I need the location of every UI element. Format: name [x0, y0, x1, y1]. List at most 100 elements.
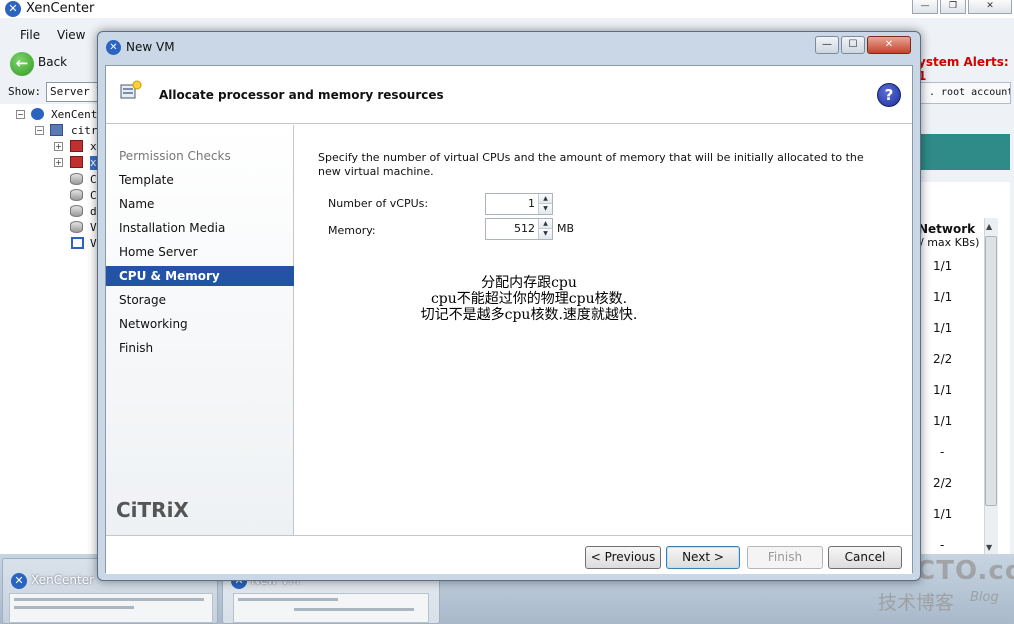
close-icon[interactable]: ✕ — [867, 36, 911, 54]
network-cell: 1/1 — [933, 321, 953, 335]
spin-up-icon[interactable]: ▲ — [539, 194, 552, 204]
minimize-icon[interactable]: — — [815, 36, 839, 54]
restore-icon[interactable]: ❐ — [940, 0, 966, 14]
network-cell: 2/2 — [933, 476, 953, 490]
xencenter-logo-icon: ✕ — [106, 40, 121, 55]
tree-item-selected[interactable]: x — [90, 156, 97, 170]
scrollbar-thumb[interactable] — [985, 236, 997, 506]
new-vm-dialog: ✕ New VM — ☐ ✕ Allocate processor and me… — [97, 31, 921, 581]
storage-icon — [70, 173, 83, 185]
thumbnail-line — [14, 598, 204, 601]
tree-item[interactable]: d — [90, 205, 97, 219]
show-label: Show: — [8, 85, 42, 98]
resource-tree: − XenCente − citrix + x + x C C d V V — [0, 104, 111, 554]
network-cell: - — [940, 445, 945, 459]
cpu-memory-wizard-icon — [120, 80, 142, 99]
step-template[interactable]: Template — [106, 170, 294, 190]
window-thumbnail — [233, 593, 429, 623]
page-description: Specify the number of virtual CPUs and t… — [318, 151, 864, 178]
maximize-icon[interactable]: ☐ — [841, 36, 865, 54]
wizard-footer: < Previous Next > Finish Cancel — [106, 535, 912, 574]
cancel-button[interactable]: Cancel — [828, 546, 902, 569]
back-button-label[interactable]: Back — [38, 55, 67, 69]
scroll-up-icon[interactable]: ▲ — [986, 222, 992, 231]
system-alerts-link[interactable]: ystem Alerts: 1 — [918, 55, 1014, 83]
tree-item[interactable]: C — [90, 173, 97, 187]
network-column-header[interactable]: Network — [918, 222, 975, 236]
spin-up-icon[interactable]: ▲ — [539, 219, 552, 229]
tree-collapse-icon[interactable]: − — [16, 110, 25, 119]
step-home-server[interactable]: Home Server — [106, 242, 294, 262]
tree-collapse-icon[interactable]: − — [35, 126, 44, 135]
network-cell: 1/1 — [933, 290, 953, 304]
dialog-titlebar[interactable]: ✕ New VM — ☐ ✕ — [98, 32, 920, 62]
tree-item[interactable]: V — [90, 221, 97, 235]
step-installation-media[interactable]: Installation Media — [106, 218, 294, 238]
memory-label: Memory: — [328, 224, 376, 237]
vm-icon — [70, 156, 83, 168]
cpu-memory-page: Specify the number of virtual CPUs and t… — [295, 125, 912, 535]
memory-unit: MB — [557, 222, 575, 235]
vcpu-spin-buttons: ▲ ▼ — [538, 194, 552, 214]
step-storage[interactable]: Storage — [106, 290, 294, 310]
step-cpu-memory[interactable]: CPU & Memory — [106, 266, 294, 286]
vcpu-input[interactable]: 1 — [486, 194, 538, 214]
network-column-subheader: / max KBs) — [920, 236, 980, 249]
tree-item[interactable]: x — [90, 140, 97, 154]
watermark-blog-cn: 技术博客 — [878, 592, 955, 614]
network-cell: 2/2 — [933, 352, 953, 366]
menu-view[interactable]: View — [57, 28, 85, 42]
memory-stepper[interactable]: 512 ▲ ▼ — [485, 218, 553, 240]
window-thumbnail — [9, 593, 213, 623]
tree-item[interactable]: V — [90, 237, 97, 251]
tree-expand-icon[interactable]: + — [54, 158, 63, 167]
vcpu-stepper[interactable]: 1 ▲ ▼ — [485, 193, 553, 215]
close-icon[interactable]: ✕ — [968, 0, 1012, 14]
storage-icon — [70, 221, 83, 233]
template-icon — [71, 237, 84, 249]
spin-down-icon[interactable]: ▼ — [539, 229, 552, 239]
view-filter-dropdown[interactable]: Server V — [46, 82, 98, 102]
spin-down-icon[interactable]: ▼ — [539, 204, 552, 214]
thumbnail-line — [238, 598, 338, 601]
wizard-steps: Permission Checks Template Name Installa… — [106, 125, 294, 535]
network-cell: 1/1 — [933, 383, 953, 397]
storage-icon — [70, 189, 83, 201]
menu-file[interactable]: File — [20, 28, 40, 42]
watermark-blog: Blog — [970, 590, 999, 605]
previous-button[interactable]: < Previous — [585, 546, 661, 569]
step-finish[interactable]: Finish — [106, 338, 294, 358]
annotation-line: 分配内存跟cpu — [481, 275, 577, 291]
xencenter-title: XenCenter — [26, 1, 95, 16]
citrix-logo: CiTRiX — [116, 498, 189, 522]
xencenter-logo-icon: ✕ — [11, 573, 27, 589]
taskbar-thumb-label: XenCenter — [31, 573, 95, 587]
page-title: Allocate processor and memory resources — [159, 88, 444, 102]
next-button[interactable]: Next > — [666, 546, 740, 569]
xencenter-titlebar: ✕ XenCenter — ❐ ✕ — [0, 0, 1014, 18]
xencenter-logo-icon: ✕ — [5, 1, 21, 17]
finish-button[interactable]: Finish — [747, 546, 823, 569]
tree-expand-icon[interactable]: + — [54, 142, 63, 151]
scroll-down-icon[interactable]: ▼ — [986, 543, 992, 552]
vcpu-label: Number of vCPUs: — [328, 197, 429, 210]
annotation-line: cpu不能超过你的物理cpu核数. — [430, 291, 628, 307]
help-button[interactable]: ? — [877, 83, 901, 107]
thumbnail-line — [294, 608, 414, 611]
step-name[interactable]: Name — [106, 194, 294, 214]
storage-icon — [70, 205, 83, 217]
back-arrow-icon[interactable]: ← — [10, 52, 34, 76]
network-cell: 1/1 — [933, 414, 953, 428]
pool-icon — [50, 124, 63, 136]
xencenter-icon — [31, 108, 44, 120]
wizard-header: Allocate processor and memory resources … — [106, 66, 912, 124]
dialog-body: Allocate processor and memory resources … — [105, 65, 913, 574]
minimize-icon[interactable]: — — [912, 0, 938, 14]
step-networking[interactable]: Networking — [106, 314, 294, 334]
memory-input[interactable]: 512 — [486, 219, 538, 239]
step-permission-checks[interactable]: Permission Checks — [106, 146, 294, 166]
tree-item[interactable]: C — [90, 189, 97, 203]
network-cell: - — [940, 538, 945, 552]
memory-spin-buttons: ▲ ▼ — [538, 219, 552, 239]
annotation-line: 切记不是越多cpu核数.速度就越快. — [420, 307, 638, 323]
